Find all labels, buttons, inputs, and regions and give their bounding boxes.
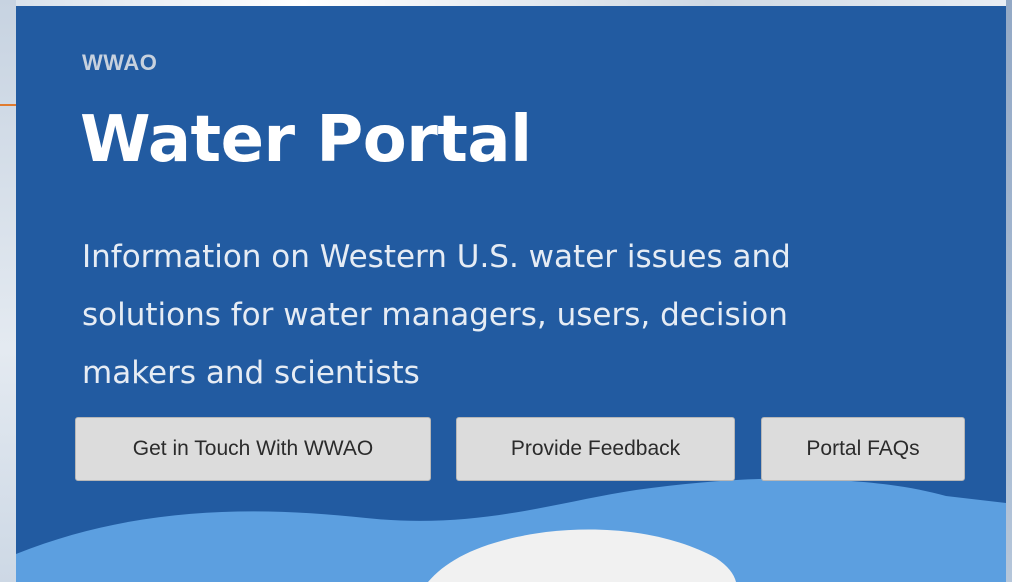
background-image-right xyxy=(1006,0,1012,582)
faqs-button[interactable]: Portal FAQs xyxy=(761,417,965,481)
page-title: Water Portal xyxy=(80,103,532,177)
hero-banner: WWAO Water Portal Information on Western… xyxy=(16,6,1006,582)
hero-subtitle: Information on Western U.S. water issues… xyxy=(82,228,922,402)
subtitle-line: Information on Western U.S. water issues… xyxy=(82,239,791,275)
eyebrow-text: WWAO xyxy=(82,50,158,75)
page: WWAO Water Portal Information on Western… xyxy=(0,0,1012,582)
background-image-left xyxy=(0,0,16,582)
subtitle-line: makers and scientists xyxy=(82,355,420,391)
contact-button[interactable]: Get in Touch With WWAO xyxy=(75,417,431,481)
feedback-button[interactable]: Provide Feedback xyxy=(456,417,735,481)
subtitle-line: solutions for water managers, users, dec… xyxy=(82,297,788,333)
